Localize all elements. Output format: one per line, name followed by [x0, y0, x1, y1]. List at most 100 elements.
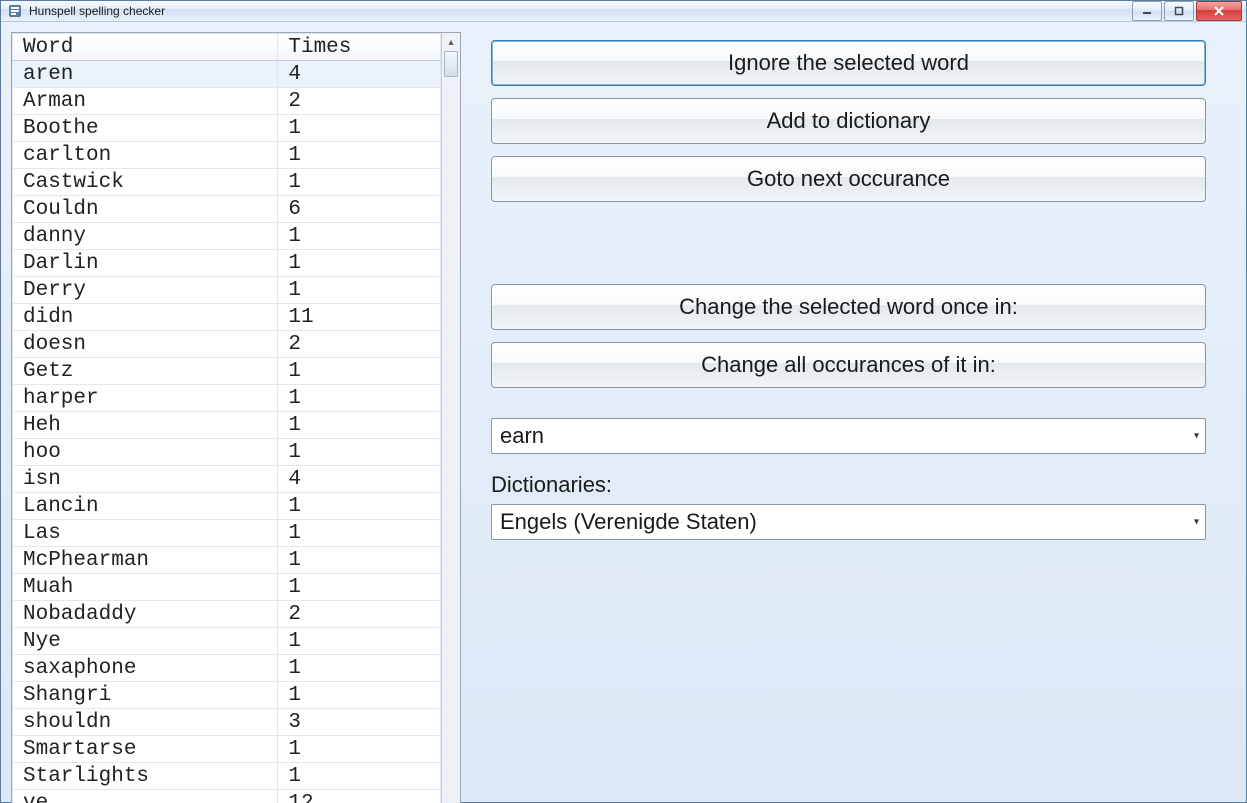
- times-cell: 1: [278, 277, 441, 304]
- goto-next-button[interactable]: Goto next occurance: [491, 156, 1206, 202]
- word-cell: aren: [13, 61, 278, 88]
- times-cell: 1: [278, 358, 441, 385]
- add-dictionary-button[interactable]: Add to dictionary: [491, 98, 1206, 144]
- times-cell: 1: [278, 493, 441, 520]
- word-cell: hoo: [13, 439, 278, 466]
- table-row[interactable]: ve12: [13, 790, 441, 803]
- col-header-times[interactable]: Times: [278, 34, 441, 61]
- table-row[interactable]: doesn2: [13, 331, 441, 358]
- times-cell: 1: [278, 520, 441, 547]
- table-row[interactable]: Lancin1: [13, 493, 441, 520]
- times-cell: 1: [278, 412, 441, 439]
- app-window: Hunspell spelling checker Word Times: [0, 0, 1247, 803]
- change-once-button[interactable]: Change the selected word once in:: [491, 284, 1206, 330]
- table-row[interactable]: Nobadaddy2: [13, 601, 441, 628]
- spacer: [491, 400, 1206, 418]
- word-cell: Getz: [13, 358, 278, 385]
- dictionary-value: Engels (Verenigde Staten): [500, 509, 757, 535]
- table-row[interactable]: hoo1: [13, 439, 441, 466]
- table-row[interactable]: Heh1: [13, 412, 441, 439]
- word-cell: Darlin: [13, 250, 278, 277]
- table-row[interactable]: aren4: [13, 61, 441, 88]
- times-cell: 1: [278, 736, 441, 763]
- word-cell: Lancin: [13, 493, 278, 520]
- scroll-up-arrow[interactable]: ▴: [442, 33, 460, 51]
- times-cell: 1: [278, 628, 441, 655]
- title-bar[interactable]: Hunspell spelling checker: [1, 1, 1246, 22]
- word-cell: shouldn: [13, 709, 278, 736]
- table-row[interactable]: Castwick1: [13, 169, 441, 196]
- table-row[interactable]: Muah1: [13, 574, 441, 601]
- ignore-button[interactable]: Ignore the selected word: [491, 40, 1206, 86]
- change-once-button-label: Change the selected word once in:: [679, 294, 1018, 320]
- scroll-thumb[interactable]: [444, 51, 458, 77]
- word-cell: Boothe: [13, 115, 278, 142]
- chevron-down-icon: ▾: [1194, 517, 1199, 528]
- times-cell: 2: [278, 88, 441, 115]
- word-cell: McPhearman: [13, 547, 278, 574]
- client-area: Word Times aren4Arman2Boothe1carlton1Cas…: [1, 22, 1246, 803]
- table-row[interactable]: Derry1: [13, 277, 441, 304]
- minimize-button[interactable]: [1132, 1, 1162, 21]
- table-header-row[interactable]: Word Times: [13, 34, 441, 61]
- table-row[interactable]: Smartarse1: [13, 736, 441, 763]
- word-cell: Couldn: [13, 196, 278, 223]
- word-cell: Starlights: [13, 763, 278, 790]
- change-all-button[interactable]: Change all occurances of it in:: [491, 342, 1206, 388]
- times-cell: 1: [278, 385, 441, 412]
- table-row[interactable]: Getz1: [13, 358, 441, 385]
- word-cell: saxaphone: [13, 655, 278, 682]
- window-title: Hunspell spelling checker: [29, 4, 1130, 18]
- col-header-word[interactable]: Word: [13, 34, 278, 61]
- table-row[interactable]: shouldn3: [13, 709, 441, 736]
- actions-panel: Ignore the selected word Add to dictiona…: [491, 32, 1236, 803]
- vertical-scrollbar[interactable]: ▴ ▾: [441, 33, 460, 803]
- table-row[interactable]: danny1: [13, 223, 441, 250]
- times-cell: 1: [278, 574, 441, 601]
- table-row[interactable]: Shangri1: [13, 682, 441, 709]
- scroll-down-arrow[interactable]: ▾: [442, 799, 460, 803]
- ignore-button-label: Ignore the selected word: [728, 50, 969, 76]
- times-cell: 1: [278, 223, 441, 250]
- table-row[interactable]: Starlights1: [13, 763, 441, 790]
- window-controls: [1130, 1, 1242, 21]
- dictionary-combo[interactable]: Engels (Verenigde Staten) ▾: [491, 504, 1206, 540]
- change-all-button-label: Change all occurances of it in:: [701, 352, 996, 378]
- times-cell: 1: [278, 250, 441, 277]
- word-cell: Shangri: [13, 682, 278, 709]
- times-cell: 4: [278, 61, 441, 88]
- word-cell: Heh: [13, 412, 278, 439]
- table-row[interactable]: didn11: [13, 304, 441, 331]
- table-row[interactable]: Couldn6: [13, 196, 441, 223]
- table-row[interactable]: Arman2: [13, 88, 441, 115]
- times-cell: 1: [278, 655, 441, 682]
- table-row[interactable]: Las1: [13, 520, 441, 547]
- word-cell: harper: [13, 385, 278, 412]
- word-cell: Arman: [13, 88, 278, 115]
- maximize-button[interactable]: [1164, 1, 1194, 21]
- times-cell: 4: [278, 466, 441, 493]
- close-button[interactable]: [1196, 1, 1242, 21]
- table-row[interactable]: Darlin1: [13, 250, 441, 277]
- table-row[interactable]: carlton1: [13, 142, 441, 169]
- table-row[interactable]: saxaphone1: [13, 655, 441, 682]
- table-row[interactable]: isn4: [13, 466, 441, 493]
- word-list-scroll[interactable]: Word Times aren4Arman2Boothe1carlton1Cas…: [12, 33, 441, 803]
- word-cell: danny: [13, 223, 278, 250]
- times-cell: 3: [278, 709, 441, 736]
- word-cell: Smartarse: [13, 736, 278, 763]
- word-cell: Muah: [13, 574, 278, 601]
- replacement-combo[interactable]: earn ▾: [491, 418, 1206, 454]
- word-list-panel: Word Times aren4Arman2Boothe1carlton1Cas…: [11, 32, 461, 803]
- times-cell: 1: [278, 142, 441, 169]
- table-row[interactable]: Nye1: [13, 628, 441, 655]
- table-row[interactable]: McPhearman1: [13, 547, 441, 574]
- word-cell: Castwick: [13, 169, 278, 196]
- word-table: Word Times aren4Arman2Boothe1carlton1Cas…: [12, 33, 441, 803]
- table-row[interactable]: Boothe1: [13, 115, 441, 142]
- times-cell: 11: [278, 304, 441, 331]
- word-cell: isn: [13, 466, 278, 493]
- table-row[interactable]: harper1: [13, 385, 441, 412]
- word-cell: ve: [13, 790, 278, 803]
- word-cell: Las: [13, 520, 278, 547]
